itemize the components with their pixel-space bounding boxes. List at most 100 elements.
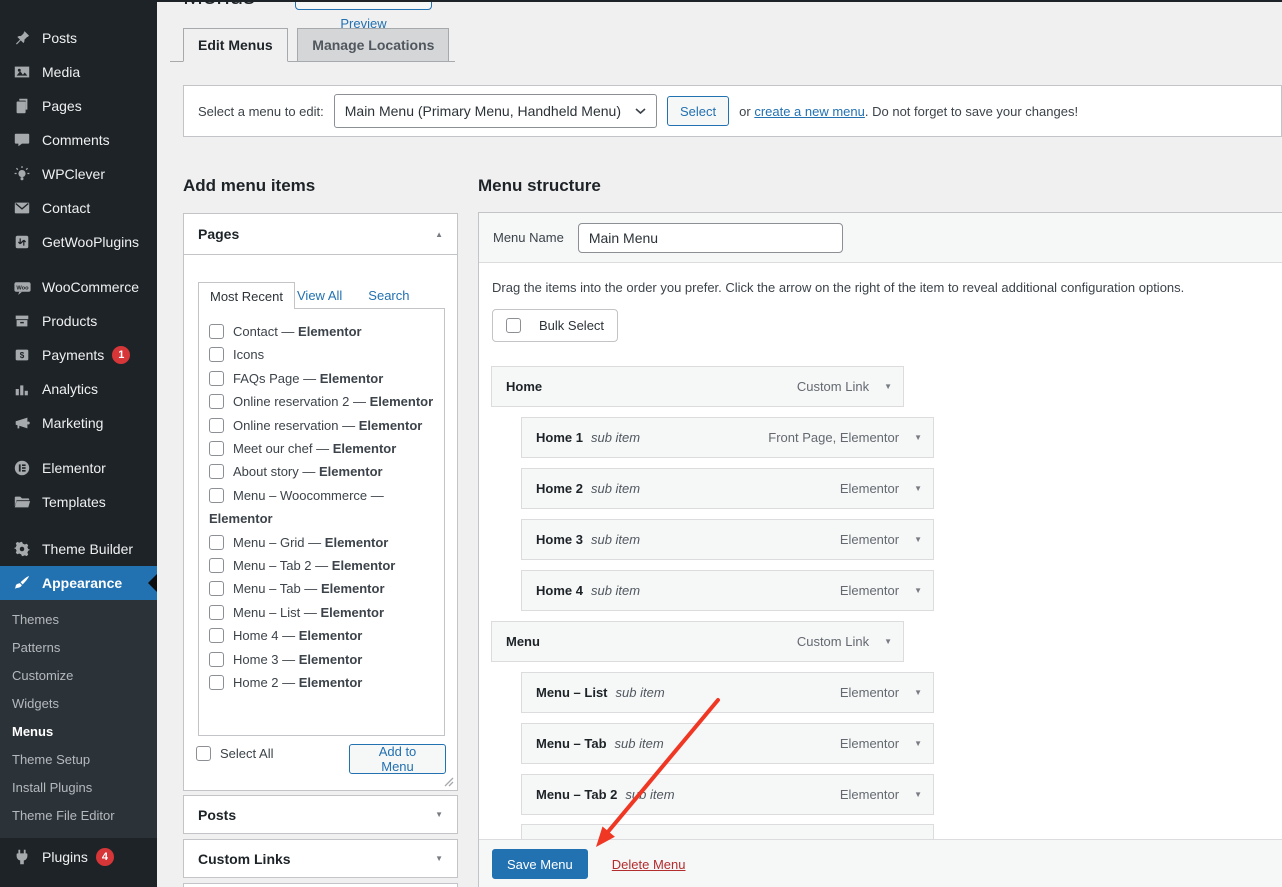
save-menu-button[interactable]: Save Menu <box>492 849 588 879</box>
sidebar-item-woocommerce[interactable]: Woo WooCommerce <box>0 270 157 304</box>
page-checkbox-item[interactable]: FAQs Page — Elementor <box>209 367 440 390</box>
checkbox[interactable] <box>209 394 224 409</box>
checkbox[interactable] <box>209 464 224 479</box>
checkbox[interactable] <box>209 628 224 643</box>
custom-links-panel-header[interactable]: Custom Links ▼ <box>184 840 457 877</box>
checkbox[interactable] <box>209 605 224 620</box>
bulk-select-control[interactable]: Bulk Select <box>492 309 618 342</box>
checkbox[interactable] <box>209 347 224 362</box>
expand-arrow-icon[interactable]: ▼ <box>914 739 922 748</box>
sidebar-item-elementor[interactable]: Elementor <box>0 451 157 485</box>
checkbox[interactable] <box>209 535 224 550</box>
menu-item-menu-tab-2[interactable]: Menu – Tab 2 sub item Elementor ▼ <box>521 774 934 815</box>
create-new-menu-link[interactable]: create a new menu <box>754 104 865 119</box>
page-checkbox-item[interactable]: Menu – Grid — Elementor <box>209 531 440 554</box>
menu-item-home-2[interactable]: Home 2 sub item Elementor ▼ <box>521 468 934 509</box>
sidebar-item-comments[interactable]: Comments <box>0 123 157 157</box>
submenu-item-menus[interactable]: Menus <box>0 718 157 746</box>
menu-item-type: Elementor <box>840 736 899 751</box>
page-checkbox-item[interactable]: Meet our chef — Elementor <box>209 437 440 460</box>
expand-arrow-icon[interactable]: ▼ <box>914 586 922 595</box>
expand-arrow-icon[interactable]: ▼ <box>914 484 922 493</box>
menu-item-home-4[interactable]: Home 4 sub item Elementor ▼ <box>521 570 934 611</box>
sidebar-item-theme-builder[interactable]: Theme Builder <box>0 532 157 566</box>
sidebar-item-plugins[interactable]: Plugins 4 <box>0 840 157 874</box>
sidebar-item-analytics[interactable]: Analytics <box>0 372 157 406</box>
menu-name-input[interactable] <box>578 223 843 253</box>
submenu-item-theme-setup[interactable]: Theme Setup <box>0 746 157 774</box>
page-checkbox-item[interactable]: Home 3 — Elementor <box>209 648 440 671</box>
sidebar-item-appearance[interactable]: Appearance <box>0 566 157 600</box>
posts-panel-header[interactable]: Posts ▼ <box>184 796 457 833</box>
submenu-item-themes[interactable]: Themes <box>0 606 157 634</box>
tab-view-all[interactable]: View All <box>297 288 342 303</box>
sidebar-item-posts[interactable]: Posts <box>0 21 157 55</box>
select-button[interactable]: Select <box>667 96 729 126</box>
sidebar-item-wpclever[interactable]: WPClever <box>0 157 157 191</box>
collapse-up-icon[interactable]: ▲ <box>435 230 443 239</box>
page-checkbox-item[interactable]: Online reservation — Elementor <box>209 414 440 437</box>
menu-item-home[interactable]: Home Custom Link ▼ <box>491 366 904 407</box>
sidebar-item-products[interactable]: Products <box>0 304 157 338</box>
resize-grip[interactable] <box>443 776 454 787</box>
checkbox[interactable] <box>209 441 224 456</box>
sidebar-item-media[interactable]: Media <box>0 55 157 89</box>
menu-item-menu-tab[interactable]: Menu – Tab sub item Elementor ▼ <box>521 723 934 764</box>
tab-edit-menus[interactable]: Edit Menus <box>183 28 288 62</box>
page-checkbox-item[interactable]: Menu – List — Elementor <box>209 601 440 624</box>
page-checkbox-item[interactable]: Online reservation 2 — Elementor <box>209 390 440 413</box>
tab-search[interactable]: Search <box>368 288 409 303</box>
submenu-item-widgets[interactable]: Widgets <box>0 690 157 718</box>
tab-manage-locations[interactable]: Manage Locations <box>297 28 449 62</box>
page-checkbox-item[interactable]: Home 2 — Elementor <box>209 671 440 694</box>
sidebar-item-marketing[interactable]: Marketing <box>0 406 157 440</box>
checkbox[interactable] <box>209 488 224 503</box>
expand-arrow-icon[interactable]: ▼ <box>884 637 892 646</box>
collapse-down-icon[interactable]: ▼ <box>435 810 443 819</box>
checkbox[interactable] <box>209 652 224 667</box>
sidebar-item-label: Products <box>42 313 97 329</box>
page-checkbox-item[interactable]: Contact — Elementor <box>209 320 440 343</box>
checkbox[interactable] <box>209 324 224 339</box>
sidebar-item-label: Appearance <box>42 575 122 591</box>
checkbox[interactable] <box>209 581 224 596</box>
pages-panel-header[interactable]: Pages ▲ <box>184 214 457 255</box>
expand-arrow-icon[interactable]: ▼ <box>914 790 922 799</box>
checkbox[interactable] <box>209 371 224 386</box>
sidebar-item-templates[interactable]: Templates <box>0 485 157 519</box>
checkbox[interactable] <box>209 675 224 690</box>
submenu-item-theme-file-editor[interactable]: Theme File Editor <box>0 802 157 830</box>
checkbox[interactable] <box>209 558 224 573</box>
menu-item-menu-list[interactable]: Menu – List sub item Elementor ▼ <box>521 672 934 713</box>
collapse-down-icon[interactable]: ▼ <box>435 854 443 863</box>
select-all-control[interactable]: Select All <box>196 746 273 761</box>
expand-arrow-icon[interactable]: ▼ <box>914 688 922 697</box>
expand-arrow-icon[interactable]: ▼ <box>914 535 922 544</box>
sidebar-item-pages[interactable]: Pages <box>0 89 157 123</box>
page-checkbox-item[interactable]: Icons <box>209 343 440 366</box>
sidebar-item-payments[interactable]: $ Payments 1 <box>0 338 157 372</box>
expand-arrow-icon[interactable]: ▼ <box>884 382 892 391</box>
menu-item-menu[interactable]: Menu Custom Link ▼ <box>491 621 904 662</box>
menu-dropdown[interactable]: Main Menu (Primary Menu, Handheld Menu) <box>334 94 657 128</box>
bulk-select-checkbox[interactable] <box>506 318 521 333</box>
submenu-item-customize[interactable]: Customize <box>0 662 157 690</box>
menu-item-home-1[interactable]: Home 1 sub item Front Page, Elementor ▼ <box>521 417 934 458</box>
expand-arrow-icon[interactable]: ▼ <box>914 433 922 442</box>
menu-item-home-3[interactable]: Home 3 sub item Elementor ▼ <box>521 519 934 560</box>
sidebar-item-getwooplugins[interactable]: GetWooPlugins <box>0 225 157 259</box>
menu-item-type: Custom Link <box>797 634 869 649</box>
page-checkbox-item[interactable]: About story — Elementor <box>209 460 440 483</box>
checkbox[interactable] <box>209 418 224 433</box>
submenu-item-patterns[interactable]: Patterns <box>0 634 157 662</box>
submenu-item-install-plugins[interactable]: Install Plugins <box>0 774 157 802</box>
select-all-checkbox[interactable] <box>196 746 211 761</box>
tab-most-recent[interactable]: Most Recent <box>198 282 295 309</box>
page-checkbox-item[interactable]: Menu – Tab — Elementor <box>209 577 440 600</box>
delete-menu-link[interactable]: Delete Menu <box>612 857 686 872</box>
page-checkbox-item[interactable]: Menu – Tab 2 — Elementor <box>209 554 440 577</box>
page-checkbox-item[interactable]: Menu – Woocommerce — Elementor <box>209 484 440 531</box>
add-to-menu-button[interactable]: Add to Menu <box>349 744 446 774</box>
sidebar-item-contact[interactable]: Contact <box>0 191 157 225</box>
page-checkbox-item[interactable]: Home 4 — Elementor <box>209 624 440 647</box>
